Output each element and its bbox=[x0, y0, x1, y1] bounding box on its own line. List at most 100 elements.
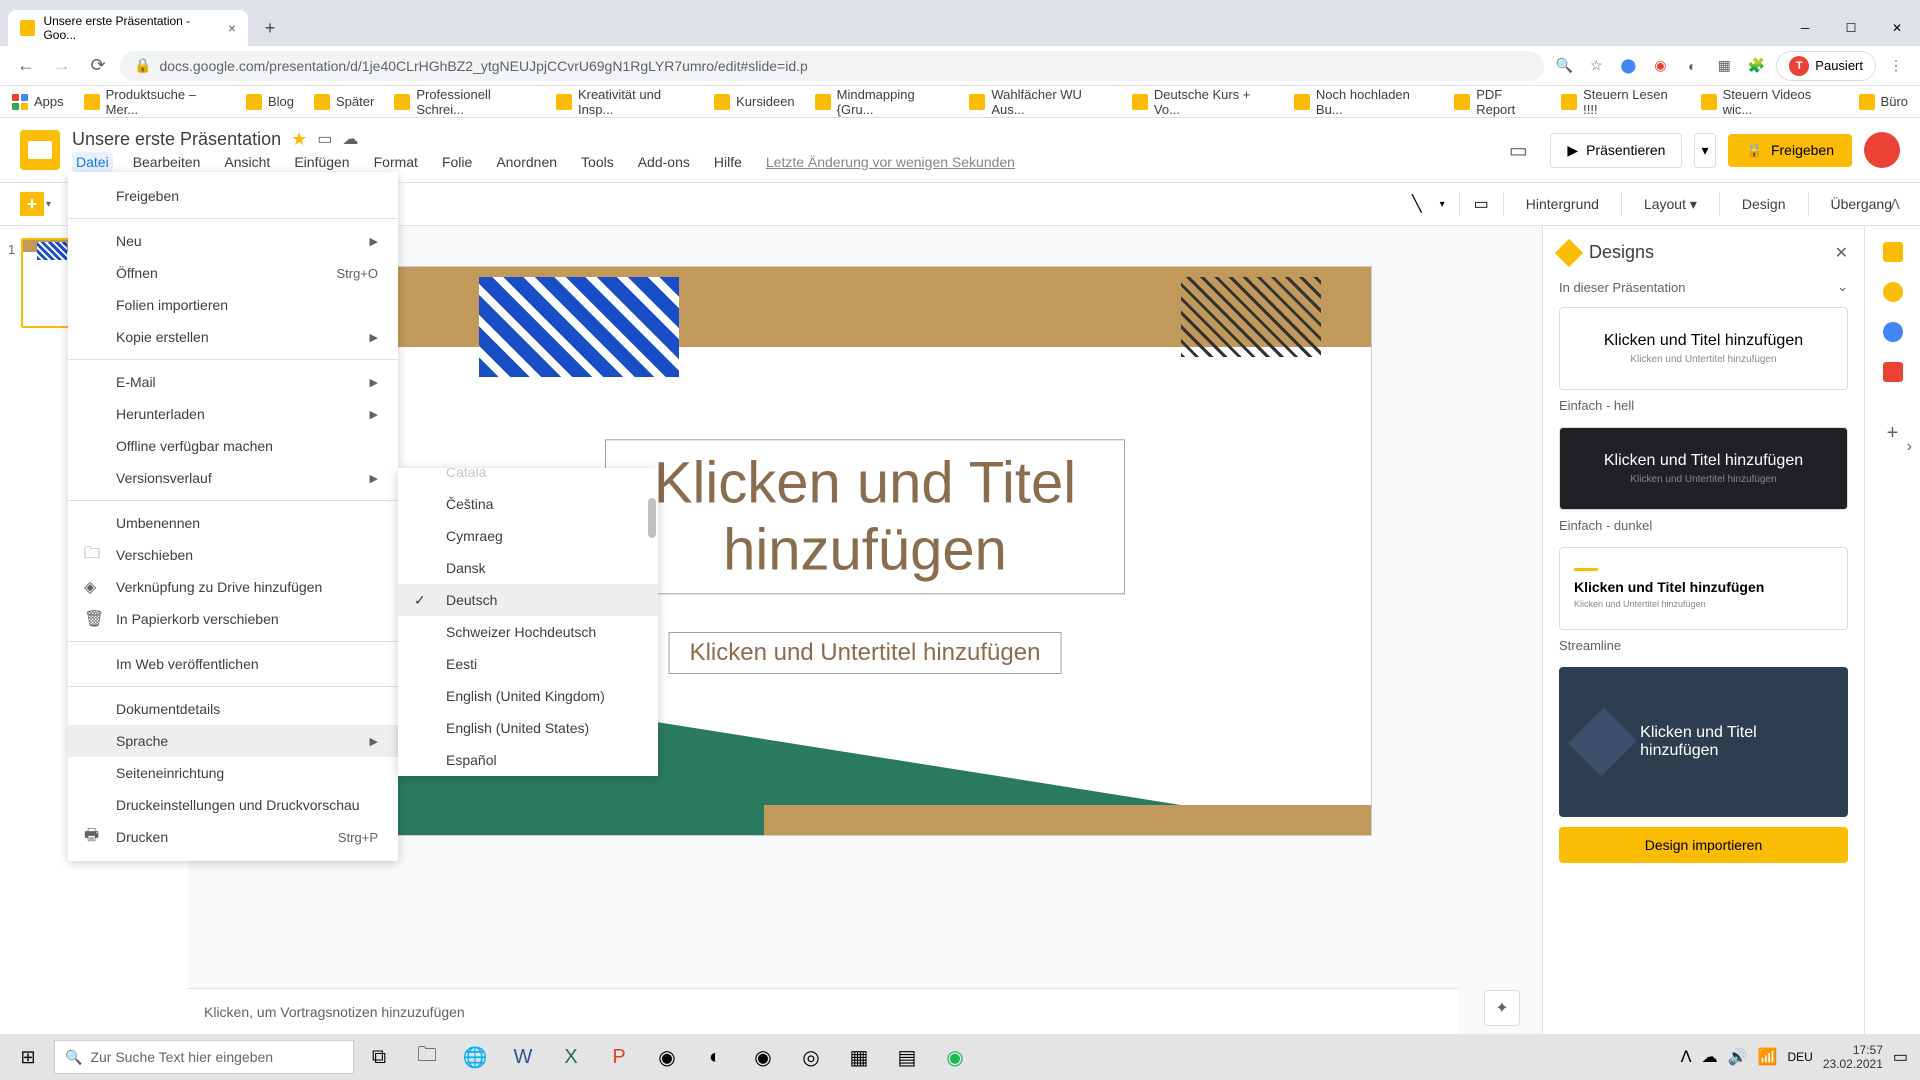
browser-tab[interactable]: Unsere erste Präsentation - Goo... × bbox=[8, 10, 248, 46]
bookmark-item[interactable]: Deutsche Kurs + Vo... bbox=[1132, 87, 1274, 117]
word-icon[interactable]: W bbox=[500, 1037, 546, 1077]
file-history[interactable]: Versionsverlauf▶ bbox=[68, 462, 398, 494]
sync-paused-pill[interactable]: T Pausiert bbox=[1776, 51, 1876, 81]
calendar-icon[interactable] bbox=[1883, 242, 1903, 262]
toolbar-design[interactable]: Design bbox=[1734, 192, 1794, 216]
explorer-icon[interactable]: 🗀 bbox=[404, 1037, 450, 1077]
share-button[interactable]: 🔒 Freigeben bbox=[1728, 134, 1852, 167]
lang-item[interactable]: Cymraeg bbox=[398, 520, 658, 552]
present-button[interactable]: ▶ Präsentieren bbox=[1550, 133, 1682, 168]
bookmark-item[interactable]: Kreativität und Insp... bbox=[556, 87, 694, 117]
file-details[interactable]: Dokumentdetails bbox=[68, 693, 398, 725]
comments-button[interactable]: ▭ bbox=[1498, 130, 1538, 170]
excel-icon[interactable]: X bbox=[548, 1037, 594, 1077]
powerpoint-icon[interactable]: P bbox=[596, 1037, 642, 1077]
menu-hilfe[interactable]: Hilfe bbox=[710, 152, 746, 172]
task-view-icon[interactable]: ⧉ bbox=[356, 1037, 402, 1077]
spotify-icon[interactable]: ◉ bbox=[932, 1037, 978, 1077]
lang-item[interactable]: Català bbox=[398, 468, 658, 488]
toolbar-layout[interactable]: Layout ▾ bbox=[1636, 192, 1705, 217]
onedrive-icon[interactable]: ☁ bbox=[1702, 1047, 1718, 1067]
lang-item[interactable]: Español bbox=[398, 744, 658, 776]
account-avatar[interactable] bbox=[1864, 132, 1900, 168]
extensions-icon[interactable]: 🧩 bbox=[1744, 54, 1768, 78]
file-import[interactable]: Folien importieren bbox=[68, 289, 398, 321]
file-print-settings[interactable]: Druckeinstellungen und Druckvorschau bbox=[68, 789, 398, 821]
toolbar-background[interactable]: Hintergrund bbox=[1518, 192, 1607, 216]
file-copy[interactable]: Kopie erstellen▶ bbox=[68, 321, 398, 353]
toolbar-transition[interactable]: Übergang bbox=[1823, 192, 1901, 216]
minimize-button[interactable]: ─ bbox=[1782, 10, 1828, 46]
file-share[interactable]: Freigeben bbox=[68, 180, 398, 212]
tasks-icon[interactable] bbox=[1883, 322, 1903, 342]
file-rename[interactable]: Umbenennen bbox=[68, 507, 398, 539]
bookmark-item[interactable]: Mindmapping {Gru... bbox=[815, 87, 950, 117]
keep-icon[interactable] bbox=[1883, 282, 1903, 302]
file-publish[interactable]: Im Web veröffentlichen bbox=[68, 648, 398, 680]
star-icon[interactable]: ☆ bbox=[1584, 54, 1608, 78]
edge-icon[interactable]: 🌐 bbox=[452, 1037, 498, 1077]
app-icon[interactable]: ▦ bbox=[836, 1037, 882, 1077]
app-icon[interactable]: ▤ bbox=[884, 1037, 930, 1077]
lang-item[interactable]: English (United Kingdom) bbox=[398, 680, 658, 712]
lang-item-selected[interactable]: ✓Deutsch bbox=[398, 584, 658, 616]
slide-title-placeholder[interactable]: Klicken und Titel hinzufügen bbox=[605, 439, 1125, 594]
bookmark-item[interactable]: Noch hochladen Bu... bbox=[1294, 87, 1434, 117]
import-design-button[interactable]: Design importieren bbox=[1559, 827, 1848, 863]
bookmark-item[interactable]: Produktsuche – Mer... bbox=[84, 87, 226, 117]
ext3-icon[interactable]: ◐ bbox=[1680, 54, 1704, 78]
file-download[interactable]: Herunterladen▶ bbox=[68, 398, 398, 430]
file-page-setup[interactable]: Seiteneinrichtung bbox=[68, 757, 398, 789]
chrome-icon[interactable]: ◉ bbox=[740, 1037, 786, 1077]
ext1-icon[interactable]: ⬤ bbox=[1616, 54, 1640, 78]
design-card-dark[interactable]: Klicken und Titel hinzufügen Klicken und… bbox=[1559, 427, 1848, 510]
close-tab-icon[interactable]: × bbox=[228, 20, 236, 36]
menu-addons[interactable]: Add-ons bbox=[634, 152, 694, 172]
lang-item[interactable]: Dansk bbox=[398, 552, 658, 584]
file-move[interactable]: 🗀Verschieben bbox=[68, 539, 398, 571]
bookmark-item[interactable]: Professionell Schrei... bbox=[394, 87, 536, 117]
bookmark-item[interactable]: Kursideen bbox=[714, 94, 795, 110]
bookmark-item[interactable]: PDF Report bbox=[1454, 87, 1541, 117]
volume-icon[interactable]: 🔊 bbox=[1728, 1047, 1748, 1067]
star-icon[interactable]: ★ bbox=[291, 129, 307, 150]
language-indicator[interactable]: DEU bbox=[1787, 1050, 1812, 1064]
file-trash[interactable]: 🗑In Papierkorb verschieben bbox=[68, 603, 398, 635]
menu-ansicht[interactable]: Ansicht bbox=[220, 152, 274, 172]
last-edit[interactable]: Letzte Änderung vor wenigen Sekunden bbox=[762, 152, 1019, 172]
ext4-icon[interactable]: ▦ bbox=[1712, 54, 1736, 78]
comment-tool-icon[interactable]: ▭ bbox=[1474, 194, 1489, 214]
lang-item[interactable]: Eesti bbox=[398, 648, 658, 680]
wifi-icon[interactable]: 📶 bbox=[1758, 1047, 1778, 1067]
file-open[interactable]: ÖffnenStrg+O bbox=[68, 257, 398, 289]
back-button[interactable]: ← bbox=[12, 52, 40, 80]
maximize-button[interactable]: ☐ bbox=[1828, 10, 1874, 46]
lang-item[interactable]: Čeština bbox=[398, 488, 658, 520]
design-card-focus[interactable]: Klicken und Titel hinzufügen bbox=[1559, 667, 1848, 817]
menu-anordnen[interactable]: Anordnen bbox=[492, 152, 561, 172]
file-email[interactable]: E-Mail▶ bbox=[68, 366, 398, 398]
menu-folie[interactable]: Folie bbox=[438, 152, 476, 172]
slides-logo[interactable] bbox=[20, 130, 60, 170]
add-addon-icon[interactable]: + bbox=[1887, 422, 1899, 445]
app-icon[interactable]: ◉ bbox=[644, 1037, 690, 1077]
lang-item[interactable]: Schweizer Hochdeutsch bbox=[398, 616, 658, 648]
close-window-button[interactable]: ✕ bbox=[1874, 10, 1920, 46]
document-title[interactable]: Unsere erste Präsentation bbox=[72, 129, 281, 150]
apps-shortcut[interactable]: Apps bbox=[12, 94, 64, 110]
address-bar[interactable]: 🔒 docs.google.com/presentation/d/1je40CL… bbox=[120, 51, 1544, 81]
bookmark-item[interactable]: Büro bbox=[1859, 94, 1908, 110]
bookmark-item[interactable]: Wahlfächer WU Aus... bbox=[969, 87, 1112, 117]
new-tab-button[interactable]: + bbox=[256, 14, 284, 42]
file-language[interactable]: Sprache▶ bbox=[68, 725, 398, 757]
designs-subtitle[interactable]: In dieser Präsentation ⌄ bbox=[1559, 279, 1848, 295]
start-button[interactable]: ⊞ bbox=[4, 1037, 52, 1077]
tool-dropdown-icon[interactable]: ▾ bbox=[1440, 199, 1445, 210]
tray-chevron-icon[interactable]: ᐱ bbox=[1681, 1047, 1692, 1067]
ext2-icon[interactable]: ◉ bbox=[1648, 54, 1672, 78]
present-dropdown[interactable]: ▾ bbox=[1694, 133, 1715, 168]
lang-item[interactable]: English (United States) bbox=[398, 712, 658, 744]
menu-einfuegen[interactable]: Einfügen bbox=[290, 152, 353, 172]
collapse-toolbar-icon[interactable]: ᐱ bbox=[1890, 196, 1900, 213]
notifications-icon[interactable]: ▭ bbox=[1893, 1047, 1908, 1067]
